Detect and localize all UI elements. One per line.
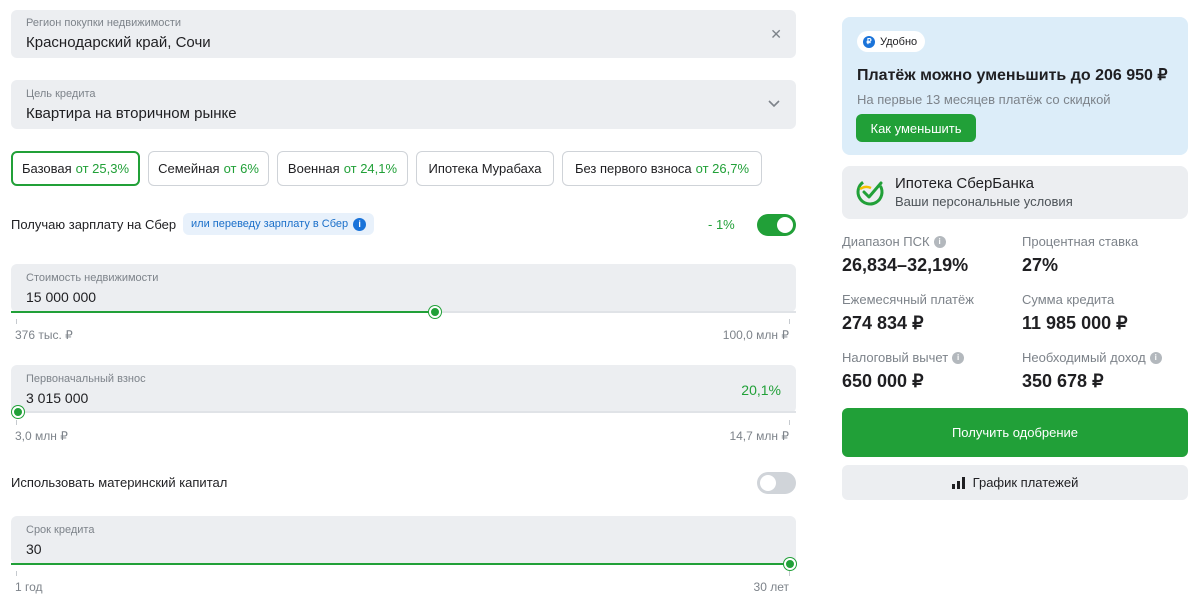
down-payment-input[interactable]: 3 015 000 — [26, 390, 88, 406]
rate-label-text: Процентная ставка — [1022, 234, 1139, 249]
info-icon[interactable]: i — [353, 217, 367, 231]
purpose-label: Цель кредита — [26, 88, 96, 100]
salary-hint-text: или переведу зарплату в Сбер — [191, 218, 349, 230]
slider-fill — [11, 563, 796, 565]
close-icon[interactable]: ✕ — [770, 26, 782, 43]
down-payment-min: 3,0 млн ₽ — [15, 429, 68, 443]
toggle-knob — [760, 475, 776, 491]
tab-program-base[interactable]: Базовая от 25,3% — [11, 151, 140, 186]
chevron-down-icon[interactable] — [768, 100, 780, 108]
term-field[interactable]: Срок кредита 30 — [11, 516, 796, 564]
slider-handle[interactable] — [784, 558, 796, 570]
tick-mark — [789, 319, 790, 324]
slider-fill — [11, 311, 435, 313]
badge-label: Удобно — [880, 35, 918, 48]
property-cost-max: 100,0 млн ₽ — [722, 328, 789, 342]
region-field[interactable]: Регион покупки недвижимости Краснодарски… — [11, 10, 796, 58]
monthly-payment-label: Ежемесячный платёж — [842, 292, 974, 307]
tab-program-military[interactable]: Военная от 24,1% — [277, 151, 408, 186]
tab-rate: от 6% — [223, 161, 259, 176]
payment-schedule-button[interactable]: График платежей — [842, 465, 1188, 500]
region-label: Регион покупки недвижимости — [26, 17, 182, 29]
info-icon[interactable]: i — [933, 235, 946, 248]
tick-mark — [16, 420, 17, 425]
term-label: Срок кредита — [26, 524, 95, 536]
term-slider[interactable] — [11, 558, 796, 570]
term-max: 30 лет — [753, 580, 789, 594]
purpose-value[interactable]: Квартира на вторичном рынке — [26, 105, 237, 122]
salary-discount: - 1% — [708, 217, 735, 232]
tab-rate: от 24,1% — [343, 161, 398, 176]
tab-rate: от 26,7% — [695, 161, 750, 176]
tab-program-murabaha[interactable]: Ипотека Мурабаха — [416, 151, 554, 186]
purpose-select[interactable]: Цель кредита Квартира на вторичном рынке — [11, 80, 796, 129]
property-cost-min: 376 тыс. ₽ — [15, 328, 73, 342]
term-input[interactable]: 30 — [26, 541, 42, 557]
region-value[interactable]: Краснодарский край, Сочи — [26, 34, 211, 51]
monthly-payment-value: 274 834 ₽ — [842, 313, 924, 333]
payment-schedule-label: График платежей — [972, 475, 1079, 490]
tick-mark — [789, 571, 790, 576]
rate-label: Процентная ставка — [1022, 234, 1138, 249]
tab-label: Ипотека Мурабаха — [428, 161, 542, 176]
tax-label-text: Налоговый вычет — [842, 350, 949, 365]
promo-subtitle: На первые 13 месяцев платёж со скидкой — [857, 92, 1111, 107]
salary-label: Получаю зарплату на Сбер — [11, 217, 177, 232]
slider-handle[interactable] — [12, 406, 24, 418]
bank-subtitle: Ваши персональные условия — [895, 194, 1073, 209]
bank-name: Ипотека СберБанка — [895, 175, 1035, 192]
slider-handle[interactable] — [428, 306, 441, 318]
required-income-label: Необходимый доход i — [1022, 350, 1162, 365]
psk-label: Диапазон ПСК i — [842, 234, 946, 249]
tab-program-no-down-payment[interactable]: Без первого взноса от 26,7% — [562, 151, 762, 186]
maternity-toggle[interactable] — [757, 472, 796, 494]
psk-label-text: Диапазон ПСК — [842, 234, 930, 249]
property-cost-label: Стоимость недвижимости — [26, 272, 159, 284]
ruble-coin-icon: ₽ — [863, 35, 875, 48]
down-payment-field[interactable]: Первоначальный взнос 3 015 000 20,1% — [11, 365, 796, 413]
tab-label: Военная — [287, 161, 340, 176]
sber-logo-icon — [856, 178, 884, 206]
bank-card: Ипотека СберБанка Ваши персональные усло… — [842, 166, 1188, 219]
promo-title: Платёж можно уменьшить до 206 950 ₽ — [857, 67, 1168, 84]
toggle-knob — [777, 217, 793, 233]
get-approval-button[interactable]: Получить одобрение — [842, 408, 1188, 457]
property-cost-slider[interactable] — [11, 306, 796, 318]
info-icon[interactable]: i — [952, 351, 965, 364]
tax-deduction-label: Налоговый вычет i — [842, 350, 965, 365]
down-payment-max: 14,7 млн ₽ — [729, 429, 789, 443]
loan-amount-value: 11 985 000 ₽ — [1022, 313, 1128, 333]
psk-value: 26,834–32,19% — [842, 255, 969, 275]
tick-mark — [789, 420, 790, 425]
promo-badge: ₽ Удобно — [857, 31, 926, 52]
tick-mark — [16, 571, 17, 576]
promo-card: ₽ Удобно Платёж можно уменьшить до 206 9… — [842, 17, 1188, 155]
property-cost-field[interactable]: Стоимость недвижимости 15 000 000 — [11, 264, 796, 312]
tab-rate: от 25,3% — [75, 161, 130, 176]
tab-label: Базовая — [21, 161, 72, 176]
down-payment-label: Первоначальный взнос — [26, 373, 146, 385]
reduce-payment-button[interactable]: Как уменьшить — [856, 114, 976, 142]
maternity-label: Использовать материнский капитал — [11, 475, 228, 490]
info-icon[interactable]: i — [1149, 351, 1162, 364]
loan-amount-label: Сумма кредита — [1022, 292, 1114, 307]
down-payment-percent: 20,1% — [741, 382, 781, 398]
rate-value: 27% — [1022, 255, 1059, 275]
salary-toggle[interactable] — [757, 214, 796, 236]
income-label-text: Необходимый доход — [1022, 350, 1146, 365]
tab-label: Без первого взноса — [574, 161, 692, 176]
down-payment-slider[interactable] — [11, 406, 796, 418]
tick-mark — [16, 319, 17, 324]
term-min: 1 год — [15, 580, 43, 594]
bar-chart-icon — [951, 476, 965, 489]
required-income-value: 350 678 ₽ — [1022, 371, 1104, 391]
loan-label-text: Сумма кредита — [1022, 292, 1115, 307]
tax-deduction-value: 650 000 ₽ — [842, 371, 924, 391]
property-cost-input[interactable]: 15 000 000 — [26, 289, 96, 305]
salary-transfer-hint[interactable]: или переведу зарплату в Сбер i — [183, 213, 375, 235]
monthly-label-text: Ежемесячный платёж — [842, 292, 974, 307]
tab-program-family[interactable]: Семейная от 6% — [148, 151, 269, 186]
tab-label: Семейная — [158, 161, 220, 176]
